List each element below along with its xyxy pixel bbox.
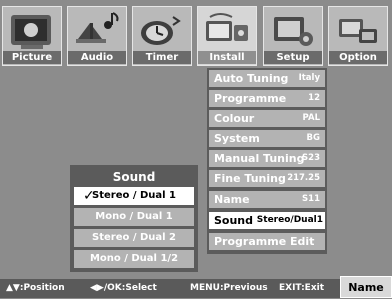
tv-osd-screen: Picture Audio Timer Install Setup Option… [0, 0, 392, 298]
sound-option-stereo-dual-2[interactable]: Stereo / Dual 2 [74, 229, 194, 247]
exit-hint: EXIT:Exit [279, 283, 325, 293]
timer-icon [133, 9, 191, 53]
sound-option-mono-dual-1[interactable]: Mono / Dual 1 [74, 208, 194, 226]
context-label-name: Name [340, 276, 392, 298]
tab-setup-label: Setup [264, 51, 322, 64]
checkmark-icon: ✓ [83, 188, 95, 204]
menu-item-fine-tuning[interactable]: Fine Tuning 217.25 [209, 170, 325, 187]
tab-picture-label: Picture [3, 51, 61, 64]
menu-item-value: S11 [302, 194, 320, 204]
bottom-hint-bar: ▲▼:Position ◀▶/OK:Select MENU:Previous E… [0, 279, 392, 298]
menu-item-value: Italy [298, 73, 320, 83]
tab-option[interactable]: Option [328, 6, 388, 66]
menu-item-label: Programme Edit [214, 235, 315, 248]
menu-item-label: Colour [214, 112, 255, 125]
sound-option-label: Stereo / Dual 1 [92, 190, 176, 201]
top-menu-tabs: Picture Audio Timer Install Setup Option [2, 6, 390, 66]
menu-item-value: 217.25 [287, 173, 320, 183]
menu-item-label: Programme [214, 92, 287, 105]
menu-item-programme-edit[interactable]: Programme Edit [209, 233, 325, 250]
menu-item-value: PAL [302, 113, 320, 123]
menu-item-sound[interactable]: Sound Stereo/Dual1 [209, 212, 325, 229]
menu-item-label: Fine Tuning [214, 172, 286, 185]
menu-item-value: Stereo/Dual1 [256, 215, 323, 225]
menu-item-label: Sound [214, 214, 254, 227]
menu-item-value: 12 [308, 93, 320, 103]
select-hint: ◀▶/OK:Select [90, 283, 157, 293]
menu-item-value: S23 [302, 153, 320, 163]
sound-option-mono-dual-1-2[interactable]: Mono / Dual 1/2 [74, 250, 194, 268]
tab-install-label: Install [198, 51, 256, 64]
menu-item-auto-tuning[interactable]: Auto Tuning Italy [209, 70, 325, 87]
sound-option-label: Stereo / Dual 2 [92, 232, 176, 243]
menu-item-value: BG [306, 133, 320, 143]
tab-audio-label: Audio [68, 51, 126, 64]
tab-option-label: Option [329, 51, 387, 64]
menu-item-label: Auto Tuning [214, 72, 289, 85]
tab-install[interactable]: Install [197, 6, 257, 66]
position-hint: ▲▼:Position [6, 283, 65, 293]
menu-item-system[interactable]: System BG [209, 130, 325, 147]
sound-option-label: Mono / Dual 1/2 [89, 253, 179, 264]
sound-submenu: Sound ✓ Stereo / Dual 1 Mono / Dual 1 St… [70, 165, 198, 272]
menu-item-colour[interactable]: Colour PAL [209, 110, 325, 127]
menu-item-programme[interactable]: Programme 12 [209, 90, 325, 107]
menu-item-label: Name [214, 193, 250, 206]
setup-icon [264, 9, 322, 53]
install-icon [198, 9, 256, 53]
previous-hint: MENU:Previous [190, 283, 268, 293]
sound-submenu-title: Sound [112, 170, 156, 184]
sound-option-stereo-dual-1[interactable]: ✓ Stereo / Dual 1 [74, 187, 194, 205]
picture-icon [3, 9, 61, 53]
tab-picture[interactable]: Picture [2, 6, 62, 66]
audio-icon [68, 9, 126, 53]
option-icon [329, 9, 387, 53]
tab-setup[interactable]: Setup [263, 6, 323, 66]
menu-item-manual-tuning[interactable]: Manual Tuning S23 [209, 150, 325, 167]
sound-option-label: Mono / Dual 1 [95, 211, 173, 222]
install-menu: Auto Tuning Italy Programme 12 Colour PA… [207, 68, 327, 254]
tab-timer[interactable]: Timer [132, 6, 192, 66]
menu-item-label: System [214, 132, 260, 145]
menu-item-name[interactable]: Name S11 [209, 191, 325, 208]
menu-item-label: Manual Tuning [214, 152, 305, 165]
tab-audio[interactable]: Audio [67, 6, 127, 66]
tab-timer-label: Timer [133, 51, 191, 64]
